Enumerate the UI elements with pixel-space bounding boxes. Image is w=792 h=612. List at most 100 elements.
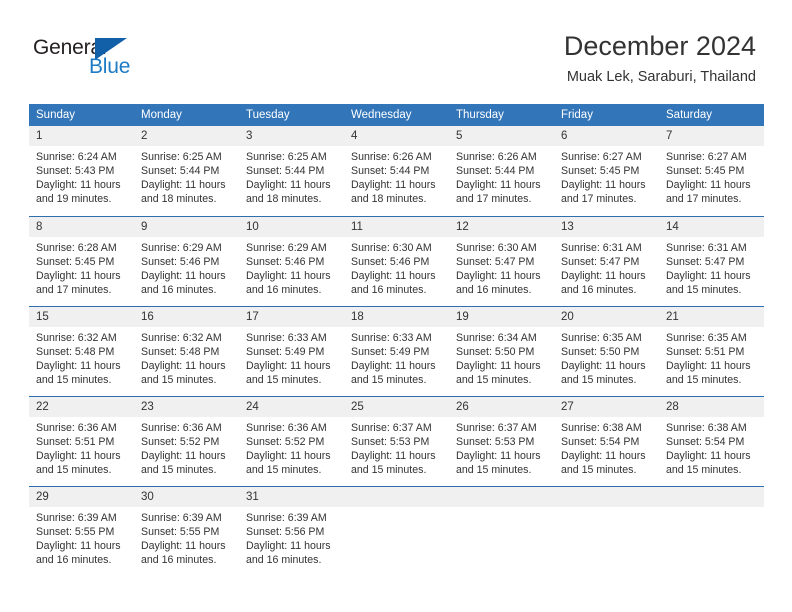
general-blue-logo[interactable]: General Blue bbox=[33, 36, 163, 84]
daylight-text-line1: Daylight: 11 hours bbox=[36, 269, 121, 282]
daylight-text-line1: Daylight: 11 hours bbox=[141, 179, 226, 192]
day-cell[interactable]: 31 Sunrise: 6:39 AM Sunset: 5:56 PM Dayl… bbox=[239, 485, 344, 576]
day-cell[interactable]: 28 Sunrise: 6:38 AM Sunset: 5:54 PM Dayl… bbox=[659, 395, 764, 486]
day-cell[interactable]: 10 Sunrise: 6:29 AM Sunset: 5:46 PM Dayl… bbox=[239, 215, 344, 306]
sunset-text: Sunset: 5:50 PM bbox=[561, 345, 640, 358]
calendar-page: General Blue December 2024 Muak Lek, Sar… bbox=[0, 0, 792, 612]
sunrise-text: Sunrise: 6:28 AM bbox=[36, 241, 117, 254]
sunrise-text: Sunrise: 6:30 AM bbox=[456, 241, 537, 254]
day-number: 15 bbox=[29, 306, 134, 327]
week-row: 22 Sunrise: 6:36 AM Sunset: 5:51 PM Dayl… bbox=[29, 395, 764, 486]
day-number bbox=[449, 486, 554, 507]
daylight-text-line2: and 18 minutes. bbox=[351, 193, 427, 206]
week-row: 29 Sunrise: 6:39 AM Sunset: 5:55 PM Dayl… bbox=[29, 485, 764, 576]
day-cell[interactable]: 30 Sunrise: 6:39 AM Sunset: 5:55 PM Dayl… bbox=[134, 485, 239, 576]
sunrise-text: Sunrise: 6:31 AM bbox=[561, 241, 642, 254]
day-info: Sunrise: 6:33 AM Sunset: 5:49 PM Dayligh… bbox=[239, 327, 344, 387]
sunset-text: Sunset: 5:51 PM bbox=[36, 435, 115, 448]
page-header: General Blue December 2024 Muak Lek, Sar… bbox=[0, 0, 792, 100]
sunrise-text: Sunrise: 6:29 AM bbox=[141, 241, 222, 254]
daylight-text-line2: and 15 minutes. bbox=[561, 463, 637, 476]
day-cell[interactable]: 4 Sunrise: 6:26 AM Sunset: 5:44 PM Dayli… bbox=[344, 126, 449, 216]
daylight-text-line1: Daylight: 11 hours bbox=[141, 449, 226, 462]
day-cell[interactable]: 17 Sunrise: 6:33 AM Sunset: 5:49 PM Dayl… bbox=[239, 305, 344, 396]
day-info: Sunrise: 6:29 AM Sunset: 5:46 PM Dayligh… bbox=[134, 237, 239, 297]
day-cell[interactable]: 19 Sunrise: 6:34 AM Sunset: 5:50 PM Dayl… bbox=[449, 305, 554, 396]
day-info: Sunrise: 6:35 AM Sunset: 5:50 PM Dayligh… bbox=[554, 327, 659, 387]
day-info: Sunrise: 6:36 AM Sunset: 5:51 PM Dayligh… bbox=[29, 417, 134, 477]
day-cell[interactable]: 24 Sunrise: 6:36 AM Sunset: 5:52 PM Dayl… bbox=[239, 395, 344, 486]
day-info: Sunrise: 6:33 AM Sunset: 5:49 PM Dayligh… bbox=[344, 327, 449, 387]
day-number: 3 bbox=[239, 126, 344, 146]
day-info: Sunrise: 6:34 AM Sunset: 5:50 PM Dayligh… bbox=[449, 327, 554, 387]
day-cell[interactable]: 23 Sunrise: 6:36 AM Sunset: 5:52 PM Dayl… bbox=[134, 395, 239, 486]
day-number: 10 bbox=[239, 216, 344, 237]
day-cell-empty bbox=[659, 485, 764, 576]
day-info: Sunrise: 6:36 AM Sunset: 5:52 PM Dayligh… bbox=[134, 417, 239, 477]
day-cell[interactable]: 6 Sunrise: 6:27 AM Sunset: 5:45 PM Dayli… bbox=[554, 126, 659, 216]
sunset-text: Sunset: 5:44 PM bbox=[351, 165, 430, 178]
day-cell[interactable]: 5 Sunrise: 6:26 AM Sunset: 5:44 PM Dayli… bbox=[449, 126, 554, 216]
day-cell[interactable]: 2 Sunrise: 6:25 AM Sunset: 5:44 PM Dayli… bbox=[134, 126, 239, 216]
sunset-text: Sunset: 5:49 PM bbox=[351, 345, 430, 358]
daylight-text-line2: and 18 minutes. bbox=[141, 193, 217, 206]
daylight-text-line2: and 16 minutes. bbox=[246, 283, 322, 296]
day-cell[interactable]: 22 Sunrise: 6:36 AM Sunset: 5:51 PM Dayl… bbox=[29, 395, 134, 486]
day-cell-empty bbox=[449, 485, 554, 576]
sunrise-text: Sunrise: 6:39 AM bbox=[246, 511, 327, 524]
day-cell[interactable]: 11 Sunrise: 6:30 AM Sunset: 5:46 PM Dayl… bbox=[344, 215, 449, 306]
day-info: Sunrise: 6:30 AM Sunset: 5:46 PM Dayligh… bbox=[344, 237, 449, 297]
day-cell[interactable]: 29 Sunrise: 6:39 AM Sunset: 5:55 PM Dayl… bbox=[29, 485, 134, 576]
day-info: Sunrise: 6:27 AM Sunset: 5:45 PM Dayligh… bbox=[659, 146, 764, 206]
daylight-text-line1: Daylight: 11 hours bbox=[456, 449, 541, 462]
day-info: Sunrise: 6:31 AM Sunset: 5:47 PM Dayligh… bbox=[659, 237, 764, 297]
day-number: 8 bbox=[29, 216, 134, 237]
day-info: Sunrise: 6:39 AM Sunset: 5:55 PM Dayligh… bbox=[134, 507, 239, 567]
sunrise-text: Sunrise: 6:32 AM bbox=[36, 331, 117, 344]
sunset-text: Sunset: 5:56 PM bbox=[246, 525, 325, 538]
day-cell[interactable]: 20 Sunrise: 6:35 AM Sunset: 5:50 PM Dayl… bbox=[554, 305, 659, 396]
day-cell[interactable]: 26 Sunrise: 6:37 AM Sunset: 5:53 PM Dayl… bbox=[449, 395, 554, 486]
day-cell[interactable]: 27 Sunrise: 6:38 AM Sunset: 5:54 PM Dayl… bbox=[554, 395, 659, 486]
day-cell[interactable]: 1 Sunrise: 6:24 AM Sunset: 5:43 PM Dayli… bbox=[29, 126, 134, 216]
page-title: December 2024 bbox=[563, 31, 756, 61]
day-cell[interactable]: 12 Sunrise: 6:30 AM Sunset: 5:47 PM Dayl… bbox=[449, 215, 554, 306]
day-number: 21 bbox=[659, 306, 764, 327]
daylight-text-line1: Daylight: 11 hours bbox=[351, 269, 436, 282]
day-cell[interactable]: 16 Sunrise: 6:32 AM Sunset: 5:48 PM Dayl… bbox=[134, 305, 239, 396]
day-info: Sunrise: 6:26 AM Sunset: 5:44 PM Dayligh… bbox=[449, 146, 554, 206]
daylight-text-line1: Daylight: 11 hours bbox=[456, 269, 541, 282]
day-info: Sunrise: 6:30 AM Sunset: 5:47 PM Dayligh… bbox=[449, 237, 554, 297]
day-cell[interactable]: 3 Sunrise: 6:25 AM Sunset: 5:44 PM Dayli… bbox=[239, 126, 344, 216]
sunrise-text: Sunrise: 6:39 AM bbox=[36, 511, 117, 524]
day-cell[interactable]: 15 Sunrise: 6:32 AM Sunset: 5:48 PM Dayl… bbox=[29, 305, 134, 396]
sunset-text: Sunset: 5:52 PM bbox=[246, 435, 325, 448]
sunset-text: Sunset: 5:46 PM bbox=[351, 255, 430, 268]
day-cell[interactable]: 14 Sunrise: 6:31 AM Sunset: 5:47 PM Dayl… bbox=[659, 215, 764, 306]
day-number: 19 bbox=[449, 306, 554, 327]
day-cell[interactable]: 25 Sunrise: 6:37 AM Sunset: 5:53 PM Dayl… bbox=[344, 395, 449, 486]
sunrise-text: Sunrise: 6:29 AM bbox=[246, 241, 327, 254]
day-cell[interactable]: 13 Sunrise: 6:31 AM Sunset: 5:47 PM Dayl… bbox=[554, 215, 659, 306]
day-cell[interactable]: 7 Sunrise: 6:27 AM Sunset: 5:45 PM Dayli… bbox=[659, 126, 764, 216]
daylight-text-line2: and 15 minutes. bbox=[351, 373, 427, 386]
sunset-text: Sunset: 5:50 PM bbox=[456, 345, 535, 358]
day-cell[interactable]: 8 Sunrise: 6:28 AM Sunset: 5:45 PM Dayli… bbox=[29, 215, 134, 306]
daylight-text-line2: and 16 minutes. bbox=[141, 283, 217, 296]
daylight-text-line2: and 16 minutes. bbox=[141, 553, 217, 566]
day-cell[interactable]: 9 Sunrise: 6:29 AM Sunset: 5:46 PM Dayli… bbox=[134, 215, 239, 306]
weekday-header-sunday: Sunday bbox=[29, 104, 134, 126]
daylight-text-line2: and 15 minutes. bbox=[36, 373, 112, 386]
day-number bbox=[659, 486, 764, 507]
title-block: December 2024 Muak Lek, Saraburi, Thaila… bbox=[564, 30, 756, 86]
day-info: Sunrise: 6:25 AM Sunset: 5:44 PM Dayligh… bbox=[134, 146, 239, 206]
day-cell[interactable]: 18 Sunrise: 6:33 AM Sunset: 5:49 PM Dayl… bbox=[344, 305, 449, 396]
daylight-text-line1: Daylight: 11 hours bbox=[36, 539, 121, 552]
daylight-text-line2: and 16 minutes. bbox=[561, 283, 637, 296]
day-cell[interactable]: 21 Sunrise: 6:35 AM Sunset: 5:51 PM Dayl… bbox=[659, 305, 764, 396]
day-number: 11 bbox=[344, 216, 449, 237]
sunrise-text: Sunrise: 6:25 AM bbox=[141, 151, 222, 163]
sunset-text: Sunset: 5:47 PM bbox=[561, 255, 640, 268]
day-info: Sunrise: 6:29 AM Sunset: 5:46 PM Dayligh… bbox=[239, 237, 344, 297]
sunrise-text: Sunrise: 6:33 AM bbox=[351, 331, 432, 344]
